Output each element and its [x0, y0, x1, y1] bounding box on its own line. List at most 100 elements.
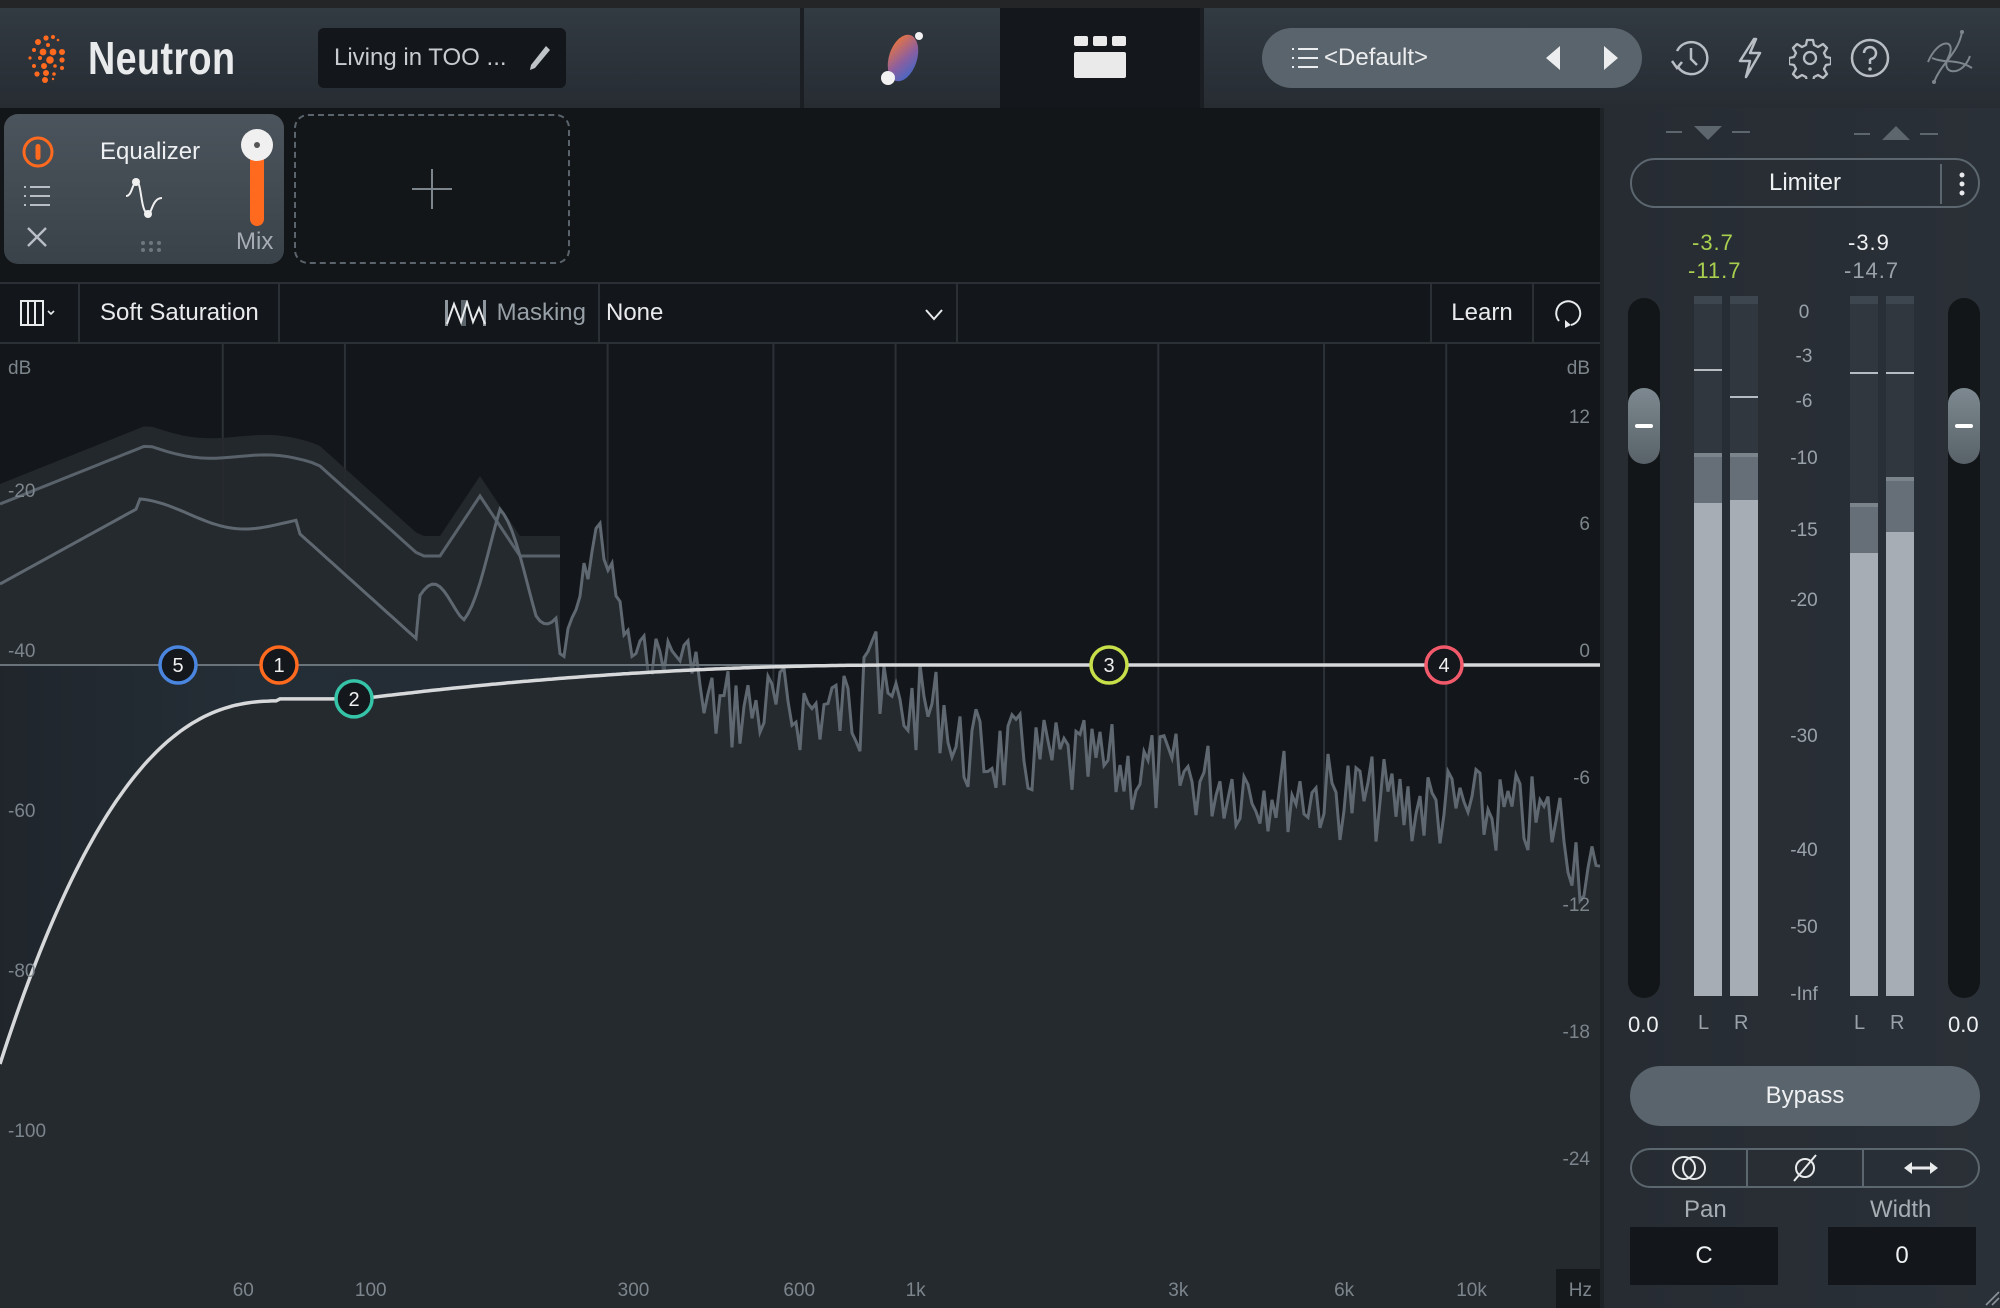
left-axis-tick: -40 — [8, 641, 35, 662]
left-axis-tick: -20 — [8, 481, 35, 502]
neutron-plugin-window: Neutron Living in TOO ... <Default> Equa… — [0, 0, 2000, 1308]
meter-scale-tick: -3 — [1795, 346, 1813, 367]
channel-label: L — [1854, 1012, 1866, 1034]
limiter-button[interactable]: Limiter — [1630, 158, 1980, 208]
input-peak-readout: -3.7 — [1692, 230, 1734, 255]
band-node-label: 2 — [348, 689, 359, 711]
app-name: Neutron — [88, 32, 236, 84]
module-chain: Equalizer Mix — [0, 108, 1600, 282]
input-gain-collapse-icon[interactable] — [1666, 124, 1750, 144]
resize-grip-icon[interactable] — [1984, 1290, 2000, 1306]
close-icon[interactable] — [26, 226, 48, 248]
learn-label: Learn — [1451, 299, 1513, 326]
freq-axis-tick: 300 — [618, 1280, 650, 1301]
mix-slider-thumb[interactable] — [241, 129, 273, 161]
power-icon[interactable] — [20, 134, 56, 170]
mono-button[interactable] — [1632, 1150, 1748, 1186]
chevron-down-icon — [925, 309, 943, 321]
masking-label: Masking — [496, 299, 586, 326]
masking-toggle[interactable]: Masking — [280, 284, 600, 342]
output-gain-expand-icon[interactable] — [1854, 124, 1938, 144]
meter-out_L-peak-edge — [1850, 503, 1878, 508]
meter-scale-tick: -6 — [1795, 391, 1813, 412]
ozone-link-button[interactable] — [1918, 28, 1978, 88]
lightning-icon — [1738, 37, 1762, 79]
phase-invert-icon — [1793, 1154, 1817, 1182]
reset-button[interactable] — [1534, 284, 1600, 342]
lightning-button[interactable] — [1728, 36, 1772, 80]
channel-label: R — [1890, 1012, 1905, 1034]
learn-button[interactable]: Learn — [1432, 284, 1534, 342]
eq-band-node-1[interactable]: 1 — [259, 645, 299, 685]
band-node-label: 4 — [1438, 655, 1449, 677]
swap-channels-button[interactable] — [1864, 1150, 1978, 1186]
saturation-mode-button[interactable]: Soft Saturation — [80, 284, 280, 342]
left-axis-tick: -80 — [8, 961, 35, 982]
preset-list-icon — [1292, 48, 1318, 68]
history-button[interactable] — [1668, 36, 1712, 80]
help-button[interactable] — [1848, 36, 1892, 80]
meter-out_R-peak-edge — [1886, 477, 1914, 482]
limiter-divider — [1940, 164, 1942, 204]
pan-value: C — [1695, 1242, 1713, 1269]
window-top-strip — [0, 0, 2000, 8]
eq-band-node-2[interactable]: 2 — [334, 679, 374, 719]
right-axis-tick: 0 — [1579, 641, 1590, 662]
eq-band-node-5[interactable]: 5 — [158, 645, 198, 685]
drag-handle-icon[interactable] — [140, 240, 162, 252]
band-node-label: 1 — [273, 655, 284, 677]
track-name-field[interactable]: Living in TOO ... — [318, 28, 566, 88]
width-value: 0 — [1895, 1242, 1909, 1269]
input-gain-fader-thumb[interactable] — [1628, 388, 1660, 464]
preset-selector[interactable]: <Default> — [1262, 28, 1642, 88]
width-field[interactable]: 0 — [1828, 1227, 1976, 1285]
width-label: Width — [1870, 1196, 1932, 1223]
module-list-icon[interactable] — [24, 186, 50, 206]
add-module-button[interactable] — [294, 114, 570, 264]
eq-graph[interactable]: dB -20 -40 -60 -80 -100 dB 12 6 0 -6 -12 -18 -24 60 100… — [0, 344, 1600, 1308]
masking-track-select[interactable]: None — [600, 284, 958, 342]
output-gain-fader-thumb[interactable] — [1948, 388, 1980, 464]
left-axis-tick: -60 — [8, 801, 35, 822]
output-gain-value[interactable]: 0.0 — [1948, 1012, 1979, 1038]
settings-button[interactable] — [1788, 36, 1832, 80]
meter-in_L-peak-edge — [1694, 452, 1722, 457]
previous-preset-icon[interactable] — [1544, 46, 1562, 70]
meter-out_L-rms — [1850, 553, 1878, 996]
mono-rings-icon — [1672, 1156, 1706, 1180]
meter-scale-tick: -Inf — [1790, 984, 1818, 1005]
eq-band-node-4[interactable]: 4 — [1424, 645, 1464, 685]
meter-scale-tick: -40 — [1790, 840, 1818, 861]
freq-axis-tick: 60 — [233, 1280, 254, 1301]
saturation-mode: Soft Saturation — [100, 299, 259, 326]
bypass-button[interactable]: Bypass — [1630, 1066, 1980, 1126]
preset-name: <Default> — [1324, 44, 1429, 71]
ozone-link-icon — [1927, 30, 1973, 84]
eq-band-node-3[interactable]: 3 — [1089, 645, 1129, 685]
visual-mixer-icon — [881, 32, 923, 85]
meter-in_L-rms — [1694, 503, 1722, 996]
toolbar-spacer — [958, 284, 1432, 342]
module-title: Equalizer — [100, 138, 201, 165]
eq-graph-canvas[interactable]: dB-20-40-60-80-100dB1260-6-12-18-2460 100… — [0, 344, 1600, 1308]
masking-icon — [444, 300, 486, 326]
meter-scale-tick: -50 — [1790, 917, 1818, 938]
module-equalizer[interactable]: Equalizer Mix — [4, 114, 284, 264]
assistant-view-tab[interactable] — [1000, 8, 1200, 108]
logo[interactable]: Neutron — [20, 28, 268, 88]
history-icon — [1670, 40, 1709, 76]
pencil-icon[interactable] — [526, 44, 552, 72]
visual-mixer-button[interactable] — [804, 8, 1000, 108]
meter-in_R-rms — [1730, 500, 1758, 996]
help-icon — [1850, 38, 1890, 78]
output-rms-readout: -14.7 — [1844, 258, 1900, 283]
input-gain-value[interactable]: 0.0 — [1628, 1012, 1659, 1038]
meter-in_R-peak-hold — [1730, 395, 1758, 398]
more-options-icon[interactable] — [1958, 172, 1966, 196]
next-preset-icon[interactable] — [1602, 46, 1620, 70]
pan-field[interactable]: C — [1630, 1227, 1778, 1285]
phase-invert-button[interactable] — [1748, 1150, 1864, 1186]
bypass-label: Bypass — [1765, 1082, 1845, 1109]
view-options-button[interactable] — [0, 284, 80, 342]
freq-axis-tick: 6k — [1334, 1280, 1355, 1301]
